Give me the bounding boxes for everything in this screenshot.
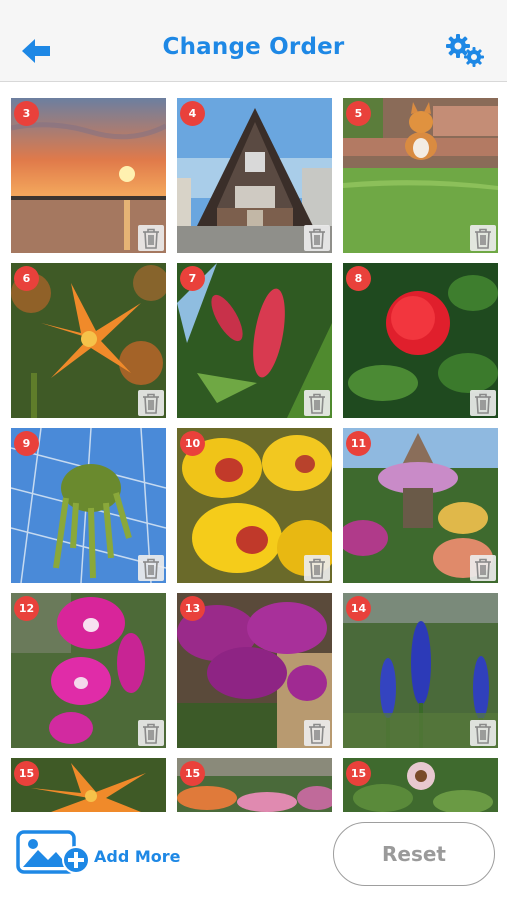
order-badge: 15 — [14, 761, 39, 786]
delete-photo-button[interactable] — [470, 390, 496, 416]
photo-tile[interactable]: 5 — [343, 98, 498, 253]
delete-photo-button[interactable] — [304, 225, 330, 251]
order-badge: 8 — [346, 266, 371, 291]
delete-photo-button[interactable] — [470, 225, 496, 251]
delete-photo-button[interactable] — [304, 555, 330, 581]
delete-photo-button[interactable] — [470, 720, 496, 746]
photo-tile[interactable]: 9 — [11, 428, 166, 583]
trash-icon — [309, 558, 325, 579]
order-badge: 6 — [14, 266, 39, 291]
page-title: Change Order — [162, 34, 345, 60]
order-badge: 11 — [346, 431, 371, 456]
delete-photo-button[interactable] — [304, 390, 330, 416]
order-badge: 4 — [180, 101, 205, 126]
photo-tile[interactable]: 4 — [177, 98, 332, 253]
photo-tile[interactable]: 15 — [177, 758, 332, 812]
trash-icon — [475, 393, 491, 414]
order-badge: 3 — [14, 101, 39, 126]
delete-photo-button[interactable] — [138, 390, 164, 416]
delete-photo-button[interactable] — [138, 225, 164, 251]
order-badge: 7 — [180, 266, 205, 291]
photo-tile[interactable]: 10 — [177, 428, 332, 583]
photo-tile[interactable]: 14 — [343, 593, 498, 748]
order-badge: 14 — [346, 596, 371, 621]
add-more-button[interactable]: Add More — [16, 828, 186, 878]
photo-tile[interactable]: 8 — [343, 263, 498, 418]
photo-tile[interactable]: 13 — [177, 593, 332, 748]
order-badge: 5 — [346, 101, 371, 126]
photo-tile[interactable]: 7 — [177, 263, 332, 418]
order-badge: 12 — [14, 596, 39, 621]
trash-icon — [309, 723, 325, 744]
order-badge: 15 — [346, 761, 371, 786]
order-badge: 15 — [180, 761, 205, 786]
add-more-label: Add More — [94, 847, 181, 866]
trash-icon — [309, 393, 325, 414]
photo-tile[interactable]: 11 — [343, 428, 498, 583]
trash-icon — [143, 558, 159, 579]
trash-icon — [475, 228, 491, 249]
photo-tile[interactable]: 6 — [11, 263, 166, 418]
header-bar: Change Order — [0, 0, 507, 82]
trash-icon — [309, 228, 325, 249]
photo-tile[interactable]: 12 — [11, 593, 166, 748]
photo-tile[interactable]: 15 — [343, 758, 498, 812]
reset-button[interactable]: Reset — [333, 822, 495, 886]
order-badge: 9 — [14, 431, 39, 456]
trash-icon — [143, 723, 159, 744]
photo-grid: 3 4 5 6 7 8 9 10 11 12 13 14 15 15 15 — [0, 82, 507, 812]
delete-photo-button[interactable] — [304, 720, 330, 746]
delete-photo-button[interactable] — [138, 720, 164, 746]
trash-icon — [475, 723, 491, 744]
delete-photo-button[interactable] — [470, 555, 496, 581]
settings-button[interactable] — [444, 32, 488, 70]
order-badge: 10 — [180, 431, 205, 456]
photo-tile[interactable]: 3 — [11, 98, 166, 253]
trash-icon — [475, 558, 491, 579]
gear-icon — [446, 34, 484, 67]
trash-icon — [143, 228, 159, 249]
photo-tile[interactable]: 15 — [11, 758, 166, 812]
delete-photo-button[interactable] — [138, 555, 164, 581]
add-photo-icon — [16, 830, 90, 874]
order-badge: 13 — [180, 596, 205, 621]
footer-bar: Add More Reset — [0, 812, 507, 900]
trash-icon — [143, 393, 159, 414]
